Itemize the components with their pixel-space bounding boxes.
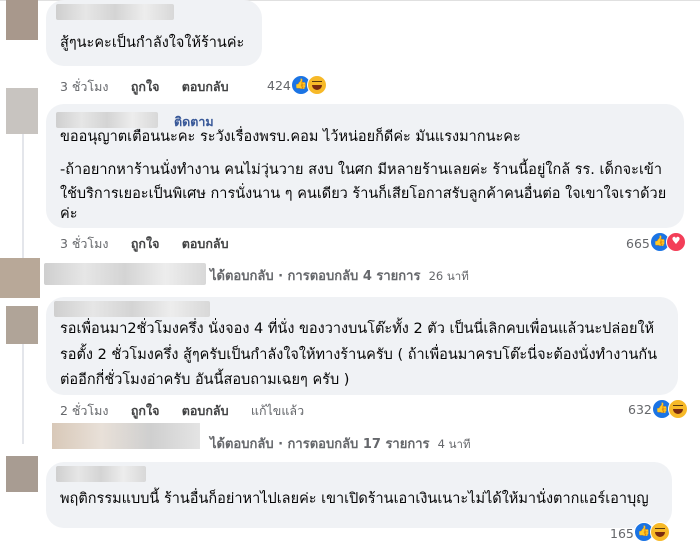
reaction-count[interactable]: 632 (628, 402, 652, 417)
avatar[interactable] (6, 306, 38, 344)
comment-bubble: สู้ๆนะคะเป็นกำลังใจให้ร้านค่ะ (46, 0, 262, 66)
comment-actions: 3 ชั่วโมง ถูกใจ ตอบกลับ (60, 234, 247, 254)
haha-icon[interactable] (650, 522, 670, 542)
comment-text-line: รอเพื่อนมา2ชั่วโมงครึ่ง นั่งจอง 4 ที่นั่… (60, 321, 655, 337)
avatar[interactable] (6, 456, 38, 492)
view-replies-link[interactable]: ได้ตอบกลับ · การตอบกลับ 4 รายการ 26 นาที (210, 265, 469, 286)
comment-bubble: ติดตาม ขออนุญาตเตือนนะคะ ระวังเรื่องพรบ.… (46, 104, 684, 228)
reply-summary-text: ได้ตอบกลับ · การตอบกลับ 4 รายการ (210, 269, 421, 284)
reply-summary-time: 26 นาที (428, 269, 469, 283)
view-replies-link[interactable]: ได้ตอบกลับ · การตอบกลับ 17 รายการ 4 นาที (210, 433, 471, 454)
reply-button[interactable]: ตอบกลับ (182, 403, 229, 418)
reply-summary-time: 4 นาที (437, 437, 471, 451)
reaction-count[interactable]: 424 (267, 78, 291, 93)
comment-bubble: รอเพื่อนมา2ชั่วโมงครึ่ง นั่งจอง 4 ที่นั่… (46, 297, 678, 395)
avatar[interactable] (6, 88, 38, 134)
avatar[interactable] (0, 258, 40, 298)
like-button[interactable]: ถูกใจ (131, 403, 160, 418)
comment-text: สู้ๆนะคะเป็นกำลังใจให้ร้านค่ะ (60, 35, 245, 51)
reaction-count[interactable]: 165 (610, 526, 634, 541)
edited-label[interactable]: แก้ไขแล้ว (251, 403, 304, 418)
comment-text-line: -ถ้าอยากหาร้านนั่งทำงาน คนไม่วุ่นวาย สงบ… (60, 162, 662, 178)
comment-bubble: พฤติกรรมแบบนี้ ร้านอื่นก็อย่าหาไปเลยค่ะ … (46, 462, 672, 528)
reply-summary-text: ได้ตอบกลับ · การตอบกลับ 17 รายการ (210, 437, 430, 452)
like-button[interactable]: ถูกใจ (131, 79, 160, 94)
replier-avatars[interactable] (52, 423, 200, 449)
comment-actions: 2 ชั่วโมง ถูกใจ ตอบกลับ แก้ไขแล้ว (60, 401, 322, 421)
love-icon[interactable]: ♥ (666, 232, 686, 252)
comment-time[interactable]: 2 ชั่วโมง (60, 403, 109, 418)
thread-line (22, 344, 24, 444)
comment-text: พฤติกรรมแบบนี้ ร้านอื่นก็อย่าหาไปเลยค่ะ … (60, 491, 649, 507)
replier-avatars[interactable] (44, 263, 206, 285)
comment-actions: 3 ชั่วโมง ถูกใจ ตอบกลับ (60, 77, 247, 97)
comment-text-line: รอตั้ง 2 ชั่วโมงครึ่ง สู้ๆครับเป็นกำลังใ… (60, 347, 658, 363)
haha-icon[interactable] (307, 75, 327, 95)
author-name[interactable] (56, 466, 146, 482)
comment-text-line: ใช้บริการเยอะเป็นพิเศษ การนั่งนาน ๆ คนเด… (60, 186, 667, 202)
reaction-count[interactable]: 665 (626, 236, 650, 251)
reply-button[interactable]: ตอบกลับ (182, 79, 229, 94)
comment-time[interactable]: 3 ชั่วโมง (60, 79, 109, 94)
haha-icon[interactable] (668, 399, 688, 419)
author-name[interactable] (56, 4, 174, 20)
comment-text-line: ขออนุญาตเตือนนะคะ ระวังเรื่องพรบ.คอม ไว้… (60, 129, 521, 145)
avatar[interactable] (6, 0, 38, 40)
comment-text-line: ต่ออีกกี่ชั่วโมงอ่าครับ อันนี้สอบถามเฉยๆ… (60, 372, 350, 388)
comment-text-line: ค่ะ (60, 206, 78, 222)
author-name[interactable] (54, 301, 210, 317)
reply-button[interactable]: ตอบกลับ (182, 236, 229, 251)
like-button[interactable]: ถูกใจ (131, 236, 160, 251)
comment-time[interactable]: 3 ชั่วโมง (60, 236, 109, 251)
